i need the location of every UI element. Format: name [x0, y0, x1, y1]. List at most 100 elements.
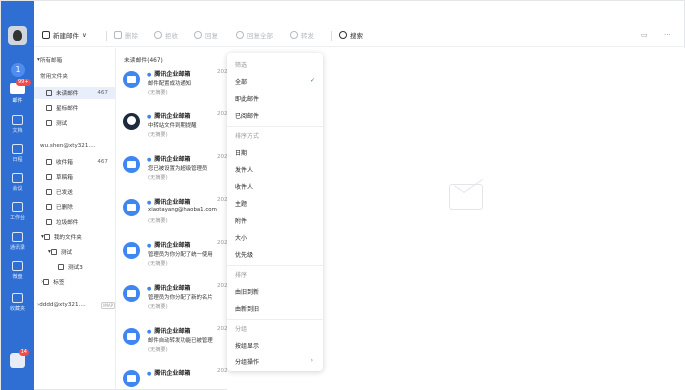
menu-item-priority[interactable]: 优先级: [235, 250, 319, 259]
mail-item[interactable]: 腾讯企业邮箱 202 中转站文件到期提醒 (无摘要): [117, 105, 227, 145]
document-icon: [12, 115, 23, 125]
menu-item-all[interactable]: 全部 ✓: [235, 77, 319, 86]
notification-icon[interactable]: 14: [10, 349, 29, 368]
tree-item-drafts[interactable]: 草稿箱: [34, 171, 116, 183]
reply-all-button[interactable]: 回复全部: [236, 30, 273, 40]
mail-item[interactable]: 腾讯企业邮箱 202 xiaotayang@haoba1.com (无摘要): [117, 191, 227, 231]
tree-item-unread[interactable]: 未读邮件 467: [34, 87, 116, 99]
sender-avatar: [123, 156, 140, 173]
tree-item-starred[interactable]: 星标邮件: [34, 102, 116, 114]
tree-item-my-folders-label: 我的文件夹: [53, 235, 82, 241]
mail-subject: 邮件配置成功通知: [148, 81, 192, 87]
menu-item-group-ops[interactable]: 分组操作 ›: [235, 357, 319, 366]
rail-item-docs[interactable]: 文档: [1, 115, 34, 134]
menu-item-all-label: 全部: [235, 79, 248, 86]
draft-icon: [46, 174, 52, 180]
reject-label: 拒收: [165, 32, 178, 40]
forward-button[interactable]: 转发: [290, 30, 314, 40]
menu-item-sender[interactable]: 发件人: [235, 165, 319, 174]
menu-item-group-display[interactable]: 按组显示: [235, 341, 319, 350]
tree-all-mailboxes[interactable]: ▾ 所有邮箱: [37, 54, 119, 66]
menu-item-unread[interactable]: 即此邮件: [235, 94, 319, 103]
menu-item-recipient[interactable]: 收件人: [235, 182, 319, 191]
inbox-icon: [46, 159, 52, 165]
menu-item-old-to-new[interactable]: 由旧到新: [235, 287, 319, 296]
tree-item-test3[interactable]: 测试3: [34, 261, 116, 273]
sender-avatar: [123, 242, 140, 259]
mail-item[interactable]: 腾讯企业邮箱 202 管理员为你分配了统一使用 (无摘要): [117, 234, 227, 274]
rail-item-calendar[interactable]: 日程: [1, 144, 34, 163]
tree-item-test-folder[interactable]: ▾ 测试: [34, 246, 116, 258]
mail-item[interactable]: 腾讯企业邮箱 202 邮件配置成功通知 (无摘要): [117, 63, 227, 103]
menu-item-new-to-old[interactable]: 由新到旧: [235, 304, 319, 313]
tree-item-spam[interactable]: 垃圾邮件: [34, 216, 116, 228]
reply-button[interactable]: 回复: [194, 30, 218, 40]
mail-item[interactable]: 腾讯企业邮箱 202 管理员为你分配了新的名片 (无摘要): [117, 277, 227, 317]
tree-account-1[interactable]: wu.shen@xty321....: [40, 140, 122, 152]
menu-section-sort: 排序方式: [235, 133, 260, 140]
mail-item[interactable]: 腾讯企业邮箱 202: [117, 362, 227, 390]
contacts-icon: [12, 232, 23, 242]
tree-item-deleted-label: 已删除: [56, 205, 73, 211]
mail-badge-count: 99+: [16, 79, 31, 86]
mail-date: 202: [217, 69, 227, 75]
mail-summary: (无摘要): [148, 347, 168, 353]
mail-item[interactable]: 腾讯企业邮箱 202 您已被设置为超级管理员 (无摘要): [117, 148, 227, 188]
tree-item-my-folders[interactable]: ▾ 我的文件夹: [34, 231, 116, 243]
rail-item-workbench[interactable]: 工作台: [1, 202, 34, 221]
mail-icon: [46, 90, 52, 96]
more-icon[interactable]: ···: [664, 31, 671, 39]
menu-item-subject[interactable]: 主题: [235, 199, 319, 208]
trash-icon: [46, 204, 52, 210]
tree-item-test3-label: 测试3: [68, 265, 83, 271]
panel-toggle-icon[interactable]: ▭: [641, 31, 648, 39]
tree-item-tags[interactable]: › 标签: [34, 276, 116, 288]
search-button[interactable]: 搜索: [339, 30, 363, 40]
calendar-icon: [12, 144, 23, 154]
tree-account-2-label: dddd@xty321....: [39, 302, 86, 308]
user-avatar[interactable]: [8, 26, 27, 45]
notification-badge: 14: [18, 349, 29, 356]
rail-item-contacts[interactable]: 通讯录: [1, 232, 34, 251]
menu-item-attachment[interactable]: 附件: [235, 216, 319, 225]
mail-item[interactable]: 腾讯企业邮箱 202 邮件自动转发功能已被管理 (无摘要): [117, 320, 227, 360]
mail-date: 202: [217, 368, 227, 374]
tree-item-inbox-label: 收件箱: [56, 160, 73, 166]
mail-subject: 您已被设置为超级管理员: [148, 166, 208, 172]
menu-item-size[interactable]: 大小: [235, 233, 319, 242]
rail-item-drive-label: 微盘: [12, 274, 23, 280]
search-label: 搜索: [350, 32, 363, 40]
rail-item-workbench-label: 工作台: [9, 215, 25, 221]
tree-item-deleted[interactable]: 已删除: [34, 201, 116, 213]
tree-item-starred-label: 星标邮件: [56, 106, 79, 112]
rail-item-favorites[interactable]: 收藏夹: [1, 293, 34, 312]
rail-item-mail[interactable]: 邮件: [1, 97, 34, 104]
reject-button[interactable]: 拒收: [154, 30, 178, 40]
drive-icon: [12, 261, 23, 271]
menu-item-recipient-label: 收件人: [235, 184, 254, 191]
tree-item-sent[interactable]: 已发送: [34, 186, 116, 198]
rail-item-drive[interactable]: 微盘: [1, 261, 34, 280]
sender-avatar: [123, 370, 140, 387]
menu-item-date[interactable]: 日期: [235, 148, 319, 157]
reply-all-icon: [236, 31, 244, 39]
tree-common-folders: 常用文件夹: [40, 70, 122, 82]
mail-sender: 腾讯企业邮箱: [147, 326, 190, 335]
mail-subject: 管理员为你分配了统一使用: [148, 252, 213, 258]
menu-section-group: 分组: [235, 326, 248, 333]
menu-item-read[interactable]: 已阅邮件: [235, 111, 319, 120]
mail-summary: (无摘要): [148, 261, 168, 267]
tree-item-inbox[interactable]: 收件箱 467: [34, 156, 116, 168]
tree-account-2[interactable]: › dddd@xty321.... IMAP: [37, 299, 119, 311]
menu-item-group-ops-label: 分组操作: [235, 359, 260, 366]
new-mail-label: 新建邮件: [53, 32, 79, 40]
tree-item-tags-label: 标签: [53, 280, 65, 286]
rail-item-meeting[interactable]: 会议: [1, 173, 34, 192]
delete-button[interactable]: 删除: [114, 30, 138, 40]
new-mail-button[interactable]: 新建邮件 ∨: [42, 30, 87, 40]
tree-item-test[interactable]: 测试: [34, 117, 116, 129]
mail-date: 202: [217, 326, 227, 332]
mail-badge-icon: 99+: [10, 79, 31, 95]
rail-item-contacts-label: 通讯录: [9, 245, 25, 251]
mail-subject: 管理员为你分配了新的名片: [148, 295, 213, 301]
